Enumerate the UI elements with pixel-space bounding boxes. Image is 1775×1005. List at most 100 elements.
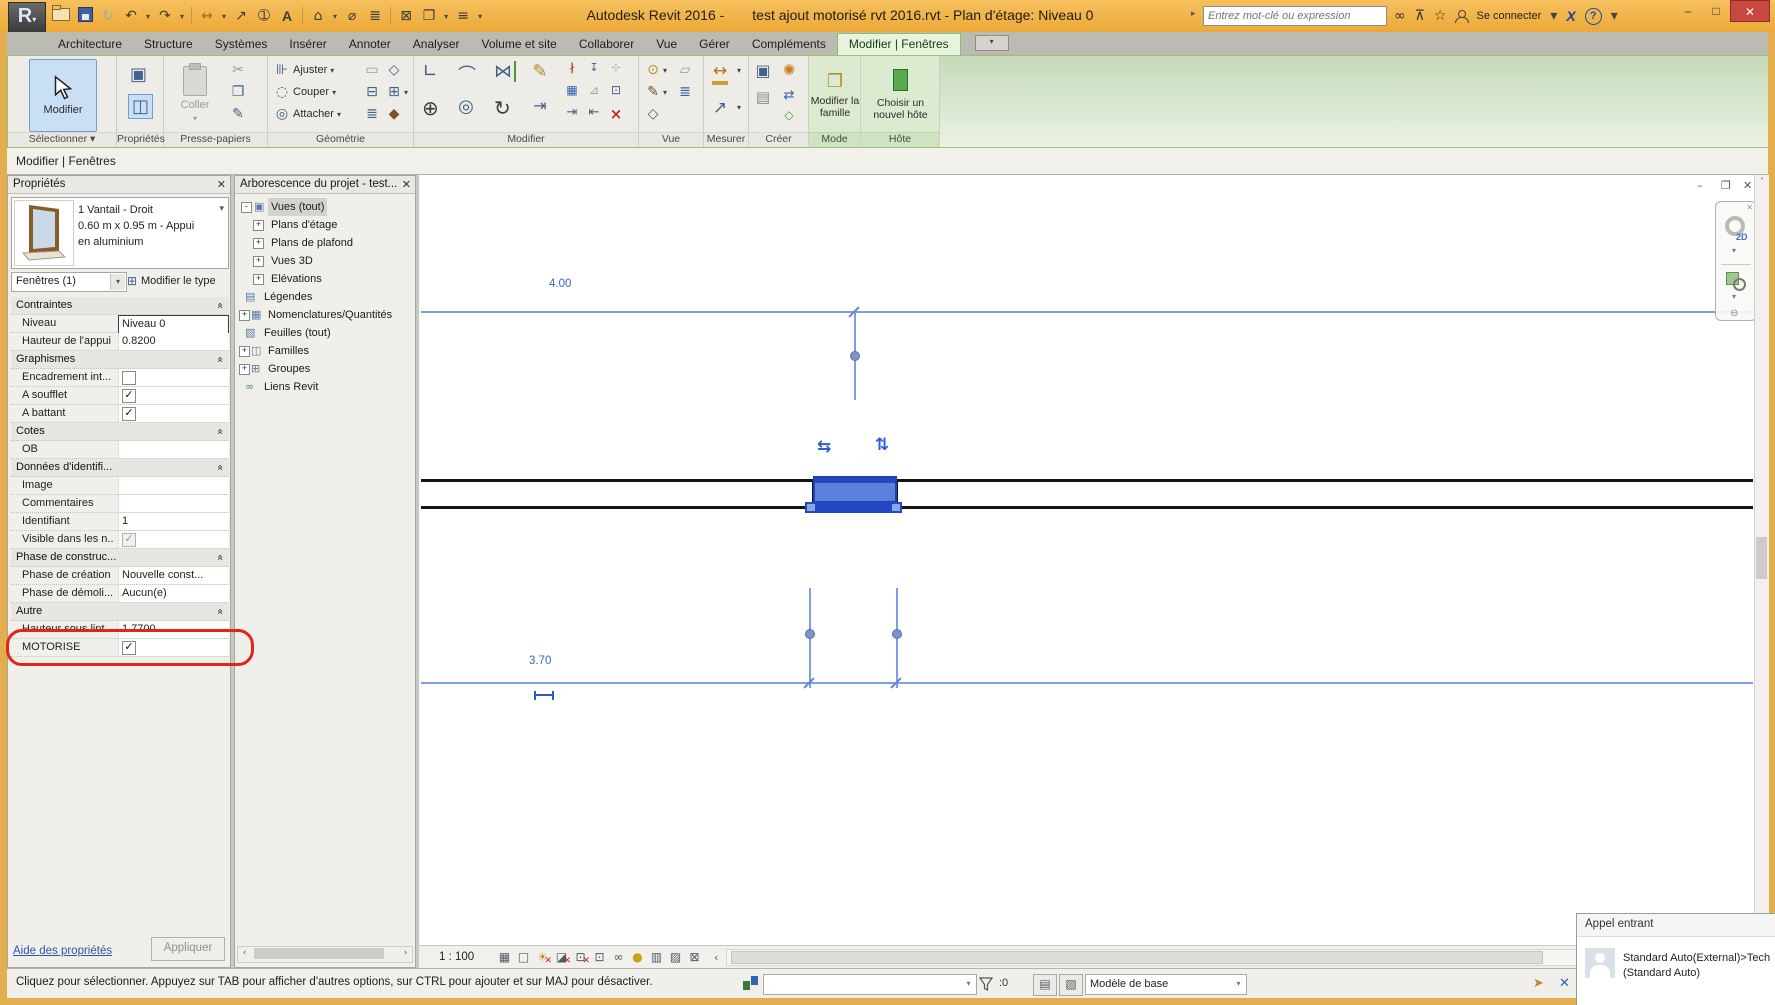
tree-item-plans-plafond[interactable]: + Plans de plafond [237, 234, 413, 252]
wall-line[interactable] [897, 479, 1753, 482]
shadows-icon[interactable]: ◪ ✕ [552, 948, 571, 966]
window-sill[interactable] [805, 502, 902, 513]
tab-modifier-fenetres[interactable]: Modifier | Fenêtres [836, 33, 961, 55]
measure-caret-icon[interactable]: ▾ [222, 12, 226, 21]
property-row-commentaires[interactable]: Commentaires [11, 495, 229, 513]
apply-button[interactable]: Appliquer [151, 937, 225, 961]
property-row-battant[interactable]: A battant ✓ [11, 405, 229, 423]
properties-stack-icon[interactable]: ▣ [130, 64, 147, 85]
create-group-icon[interactable]: ▣ [755, 61, 771, 80]
help-caret-icon[interactable]: ▾ [1611, 8, 1618, 24]
type-selector[interactable]: 1 Vantail - Droit 0.60 m x 0.95 m - Appu… [11, 197, 229, 269]
split-icon[interactable]: ∤ [564, 61, 580, 74]
scroll-left-icon[interactable]: ‹ [238, 947, 251, 960]
property-row-motorise[interactable]: MOTORISE ✓ [11, 639, 229, 657]
view-restore-icon[interactable]: ❐ [1721, 179, 1731, 192]
copy-icon[interactable]: ❐ [230, 84, 246, 100]
property-row-phase-demolition[interactable]: Phase de démoli... Aucun(e) [11, 585, 229, 603]
measure-tool-icon[interactable]: ↔ [712, 61, 728, 85]
unpin-icon[interactable]: ⊹ [608, 61, 624, 74]
panel-label-proprietes[interactable]: Propriétés [117, 132, 165, 147]
cut-geometry-button[interactable]: ◌ Couper ▾ [274, 84, 336, 100]
window-grip[interactable] [892, 504, 900, 511]
view3d-caret-icon[interactable]: ▾ [333, 12, 337, 21]
tab-gerer[interactable]: Gérer [688, 34, 741, 55]
panel-label-modifier[interactable]: Modifier [414, 132, 638, 147]
dimension-caret-icon[interactable]: ▾ [737, 103, 741, 112]
close-properties-icon[interactable]: ✕ [217, 177, 226, 193]
move-icon[interactable]: ⊕ [422, 96, 439, 120]
property-row-niveau[interactable]: Niveau Niveau 0 [11, 315, 229, 334]
expand-icon[interactable]: + [253, 238, 264, 249]
thin-lines-icon[interactable]: ≣ [367, 8, 383, 24]
save-icon[interactable] [77, 7, 93, 22]
create-assembly-icon[interactable]: ▤ [755, 88, 771, 106]
phase-demolition-value[interactable]: Aucun(e) [118, 585, 229, 602]
expand-icon[interactable]: + [253, 256, 264, 267]
property-row-encadrement[interactable]: Encadrement int... [11, 369, 229, 387]
section-contraintes[interactable]: Contraintes « [11, 297, 229, 315]
user-icon[interactable] [1455, 10, 1470, 23]
view-minimize-icon[interactable]: – [1697, 179, 1703, 192]
text-icon[interactable]: A [279, 8, 295, 24]
panel-label-creer[interactable]: Créer [749, 132, 808, 147]
worksets-icon[interactable] [743, 976, 758, 990]
property-row-hauteur-appui[interactable]: Hauteur de l'appui 0.8200 [11, 333, 229, 351]
wall-line[interactable] [421, 479, 812, 482]
exchange-apps-icon[interactable]: X [1566, 8, 1575, 24]
tab-complements[interactable]: Compléments [741, 34, 837, 55]
design-options-combo[interactable]: Modèle de base ▾ [1085, 974, 1247, 995]
linework-brush-icon[interactable]: ✎ [645, 84, 661, 100]
tab-analyser[interactable]: Analyser [402, 34, 471, 55]
filter-icon[interactable] [979, 977, 993, 992]
navbar-collapse-icon[interactable]: ⊖ [1730, 308, 1738, 319]
detail-level-icon[interactable]: ▦ [495, 948, 514, 966]
unjoin-icon[interactable]: ⊞ [386, 84, 402, 100]
pick-new-host-button[interactable]: Choisir un nouvel hôte [862, 58, 939, 131]
pin-icon[interactable]: ↧ [586, 61, 602, 74]
navigation-bar[interactable]: ✕ 2D ▾ ▾ ⊖ [1715, 201, 1757, 321]
flip-horizontal-control[interactable]: ⇆ [817, 437, 831, 457]
selection-options-dropdown[interactable]: ▾ [974, 35, 1009, 51]
undo-caret-icon[interactable]: ▾ [146, 12, 150, 21]
witness-grip[interactable] [805, 629, 815, 639]
type-selector-caret-icon[interactable]: ▾ [219, 204, 224, 214]
modify-button[interactable]: Modifier [29, 59, 97, 132]
expand-icon[interactable]: + [239, 310, 250, 321]
beam-joins-icon[interactable]: ⊟ [364, 84, 380, 100]
temporary-hide-isolate-icon[interactable]: ∞ [609, 948, 628, 966]
worksets-combo[interactable]: ▾ [763, 974, 977, 995]
editable-only-button[interactable]: ▤ [1033, 974, 1057, 996]
tree-item-groupes[interactable]: + ⊞ Groupes [237, 360, 413, 378]
scale-icon[interactable]: ⊿ [586, 83, 602, 97]
wheel-caret-icon[interactable]: ▾ [1732, 246, 1736, 255]
incoming-call-notification[interactable]: Appel entrant Standard Auto(External)>Te… [1576, 913, 1775, 1005]
motorise-checkbox[interactable]: ✓ [122, 641, 136, 655]
phase-creation-value[interactable]: Nouvelle const... [118, 567, 229, 584]
delete-icon[interactable]: × [608, 105, 624, 123]
reveal-constraints-icon[interactable]: ⊠ [685, 948, 704, 966]
match-type-icon[interactable]: ✎ [230, 106, 246, 122]
undo-icon[interactable]: ↶ [123, 8, 139, 24]
underlay-icon[interactable]: ≣ [677, 84, 693, 100]
panel-label-geometrie[interactable]: Géométrie [268, 132, 413, 147]
expand-icon[interactable]: + [239, 346, 250, 357]
identifiant-value[interactable]: 1 [118, 513, 229, 530]
properties-palette-icon[interactable]: ◫ [128, 94, 154, 119]
offset-icon[interactable]: ⌒ [458, 61, 476, 87]
application-menu-button[interactable]: R▾ [8, 2, 46, 33]
paint-icon[interactable]: ▭ [364, 62, 380, 78]
window-grip[interactable] [807, 504, 815, 511]
bulb-caret-icon[interactable]: ▾ [663, 66, 667, 75]
tree-item-nomenclatures[interactable]: + ▦ Nomenclatures/Quantités [237, 306, 413, 324]
section-graphismes[interactable]: Graphismes « [11, 351, 229, 369]
temporary-view-properties-icon[interactable]: ▥ [647, 948, 666, 966]
edit-family-button[interactable]: ❐ Modifier la famille [810, 58, 860, 131]
wall-line[interactable] [902, 506, 1753, 509]
dimension-line-top[interactable] [421, 311, 1753, 313]
viewbar-collapse-icon[interactable]: ‹ [714, 951, 718, 964]
expand-icon[interactable]: + [253, 274, 264, 285]
aligned-dimension-icon[interactable]: ↗ [233, 8, 249, 24]
tab-annoter[interactable]: Annoter [338, 34, 402, 55]
paste-button[interactable]: Coller ▾ [172, 59, 218, 130]
